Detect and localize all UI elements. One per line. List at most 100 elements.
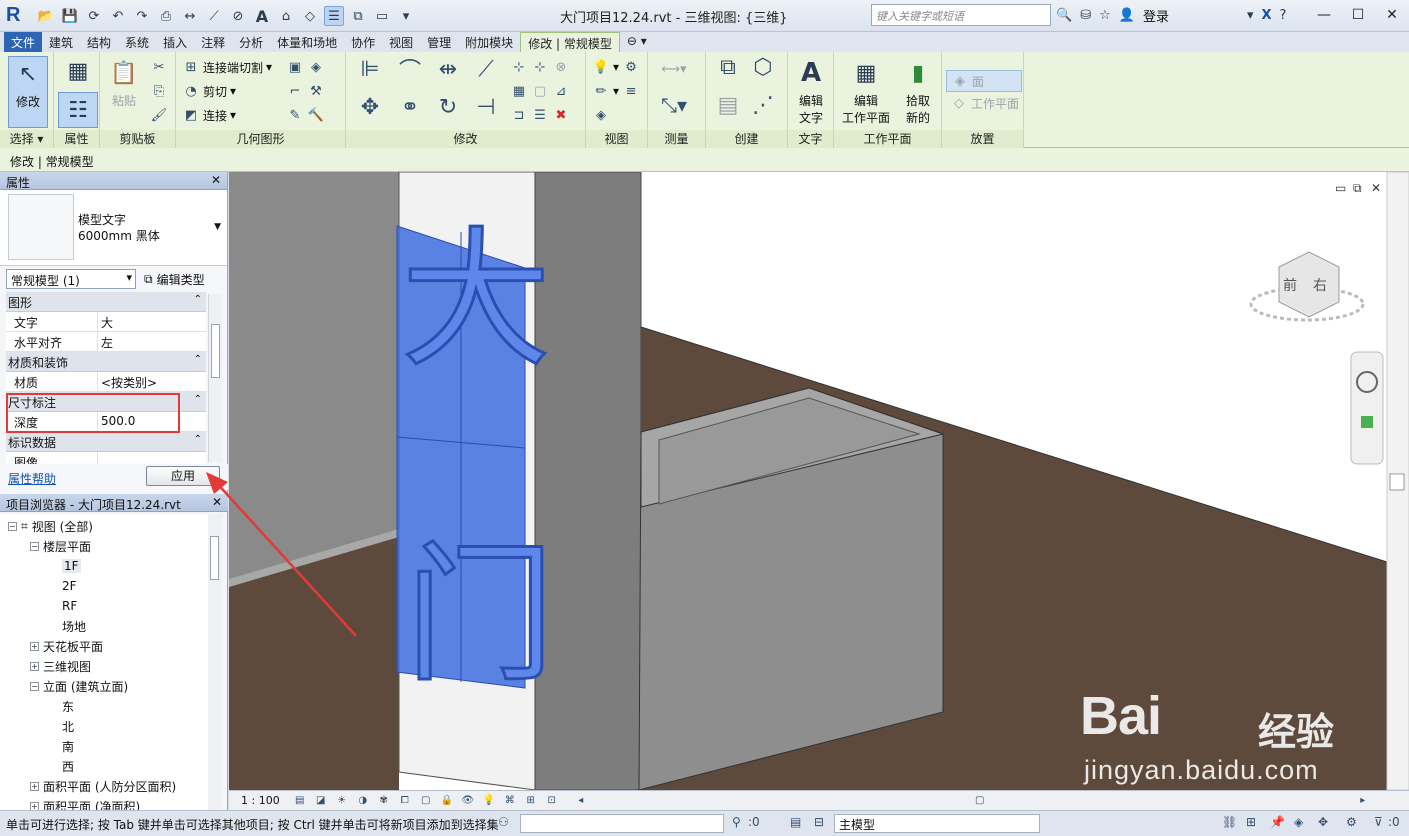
filter-icon[interactable]: ⚲ <box>732 815 741 829</box>
editable-only-icon[interactable]: ⊟ <box>814 815 824 829</box>
mirror-draw-button[interactable]: ⟋ <box>470 57 502 82</box>
scroll-right-icon[interactable]: ▸ <box>1355 794 1371 808</box>
user-icon[interactable]: 👤 <box>1119 8 1135 23</box>
properties-button[interactable]: ☷ <box>58 92 98 128</box>
tab-10[interactable]: 管理 <box>420 32 458 52</box>
tree-node[interactable]: 北 <box>52 716 74 736</box>
dimension-icon[interactable]: ⟋ <box>204 6 224 26</box>
scroll-left-icon[interactable]: ◂ <box>573 794 589 808</box>
tab-9[interactable]: 视图 <box>382 32 420 52</box>
properties-scrollbar[interactable] <box>208 294 222 462</box>
tab-0[interactable]: 文件 <box>4 32 43 52</box>
chevron-down-icon[interactable]: ▼ <box>214 222 221 232</box>
design-option-select[interactable]: 主模型 <box>834 814 1040 833</box>
view-restore-icon[interactable]: ⧉ <box>1353 181 1362 195</box>
maximize-icon[interactable]: ☐ <box>1341 0 1375 30</box>
property-group-header[interactable]: 材质和装饰 ⌃ <box>6 352 206 372</box>
property-value[interactable]: 大 <box>98 312 206 331</box>
close-icon[interactable]: ✕ <box>1375 0 1409 30</box>
tab-5[interactable]: 注释 <box>194 32 232 52</box>
align-button[interactable]: ⊫ <box>354 57 386 82</box>
copy-element-button[interactable]: ⚭ <box>394 95 426 120</box>
horizontal-scroll-thumb[interactable]: ▢ <box>972 794 988 808</box>
select-links-icon[interactable]: ⛓ <box>1222 815 1237 829</box>
tree-node[interactable]: 南 <box>52 736 74 756</box>
geometry-tool-2[interactable]: ⌐ ⚒ <box>286 80 325 102</box>
tab-3[interactable]: 系统 <box>118 32 156 52</box>
tree-node[interactable]: − 立面 (建筑立面) <box>30 676 128 696</box>
navigation-bar[interactable] <box>1350 351 1384 465</box>
shadows-icon[interactable]: ◑ <box>355 794 371 808</box>
tree-node[interactable]: + 面积平面 (人防分区面积) <box>30 776 176 796</box>
modify-small-1[interactable]: ⊹ ⊹ ⊗ <box>510 56 570 78</box>
tree-node[interactable]: − ⌗ 视图 (全部) <box>8 516 93 536</box>
modify-button[interactable]: ↖ 修改 <box>8 56 48 128</box>
zoom-icon[interactable] <box>1361 416 1373 428</box>
print-icon[interactable]: ⎙ <box>156 6 176 26</box>
geometry-tool-1[interactable]: ▣ ◈ <box>286 56 325 78</box>
ribbon-options-icon[interactable]: ⊖ ▾ <box>620 32 654 52</box>
search-input[interactable]: 键入关键字或短语 <box>871 4 1051 26</box>
dimension-button[interactable]: ⤡▾ <box>654 93 694 117</box>
select-underlay-icon[interactable]: ⊞ <box>1246 815 1256 829</box>
save-icon[interactable]: 💾 <box>60 6 80 26</box>
undo-icon[interactable]: ↶ <box>108 6 128 26</box>
type-properties-button[interactable]: ▦ <box>58 54 98 90</box>
redo-icon[interactable]: ↷ <box>132 6 152 26</box>
analysis-icon[interactable]: ⌘ <box>502 794 518 808</box>
collapse-icon[interactable]: ⌃ <box>194 294 202 305</box>
subscription-icon[interactable]: ⛁ <box>1080 8 1091 23</box>
select-panel-label[interactable]: 选择 ▾ <box>0 130 53 148</box>
property-group-header[interactable]: 尺寸标注 ⌃ <box>6 392 206 412</box>
tree-node[interactable]: + 天花板平面 <box>30 636 103 656</box>
view-tool-3[interactable]: ◈ <box>592 104 610 126</box>
collapse-icon[interactable]: ⌃ <box>194 394 202 405</box>
select-pinned-icon[interactable]: 📌 <box>1270 815 1285 829</box>
mirror-pick-button[interactable]: ⇹ <box>432 57 464 82</box>
crop-icon[interactable]: ⧠ <box>397 794 413 808</box>
app-menu-button[interactable]: R <box>6 4 30 28</box>
property-value[interactable]: 左 <box>98 332 206 351</box>
collapse-icon[interactable]: − <box>30 541 39 551</box>
collapse-icon[interactable]: ⌃ <box>194 434 202 445</box>
close-hidden-icon[interactable]: ⧉ <box>348 6 368 26</box>
view-cube[interactable]: 前 右 <box>1249 251 1365 322</box>
render-icon[interactable]: ✾ <box>376 794 392 808</box>
show-crop-icon[interactable]: ▢ <box>418 794 434 808</box>
expand-icon[interactable]: + <box>30 781 39 791</box>
cut-clip-button[interactable]: ✂ <box>150 56 168 78</box>
reveal-hidden-icon[interactable]: 💡 <box>481 794 497 808</box>
match-type-button[interactable]: 🖌 <box>150 104 168 126</box>
instance-filter-select[interactable]: 常规模型 (1) <box>6 269 136 289</box>
switch-windows-icon[interactable]: ▭ <box>372 6 392 26</box>
tab-6[interactable]: 分析 <box>232 32 270 52</box>
tab-8[interactable]: 协作 <box>344 32 382 52</box>
tree-node[interactable]: 东 <box>52 696 74 716</box>
design-options-icon[interactable]: ▤ <box>790 815 801 829</box>
tab-1[interactable]: 建筑 <box>42 32 80 52</box>
favorites-icon[interactable]: ☆ <box>1099 8 1111 23</box>
join-cut-button[interactable]: ⊞ 连接端切割 ▾ <box>182 56 273 78</box>
linework-button[interactable]: ✏ ▾ ≡ <box>592 80 640 102</box>
sync-icon[interactable]: ⟳ <box>84 6 104 26</box>
constraints-icon[interactable]: ⊡ <box>544 794 560 808</box>
hide-button[interactable]: 💡 ▾ ⚙ <box>592 56 640 78</box>
modify-small-3[interactable]: ⊐ ☰ ✖ <box>510 104 570 126</box>
property-group-header[interactable]: 标识数据 ⌃ <box>6 432 206 452</box>
collapse-icon[interactable]: − <box>30 681 39 691</box>
tree-node[interactable]: 场地 <box>52 616 86 636</box>
tab-11[interactable]: 附加模块 <box>458 32 520 52</box>
rotate-button[interactable]: ↻ <box>432 95 464 120</box>
expand-icon[interactable]: + <box>30 661 39 671</box>
tag-icon[interactable]: ⊘ <box>228 6 248 26</box>
tree-node[interactable]: + 面积平面 (净面积) <box>30 796 140 810</box>
tree-node[interactable]: 西 <box>52 756 74 776</box>
tree-node[interactable]: 1F <box>52 556 81 576</box>
open-icon[interactable]: 📂 <box>36 6 56 26</box>
background-process-icon[interactable]: ⚙ <box>1346 815 1357 829</box>
tree-node[interactable]: 2F <box>52 576 77 596</box>
customize-icon[interactable]: ▾ <box>396 6 416 26</box>
highlight-icon[interactable]: ⊞ <box>523 794 539 808</box>
property-group-header[interactable]: 图形 ⌃ <box>6 292 206 312</box>
binoculars-icon[interactable]: 🔍 <box>1056 8 1072 23</box>
